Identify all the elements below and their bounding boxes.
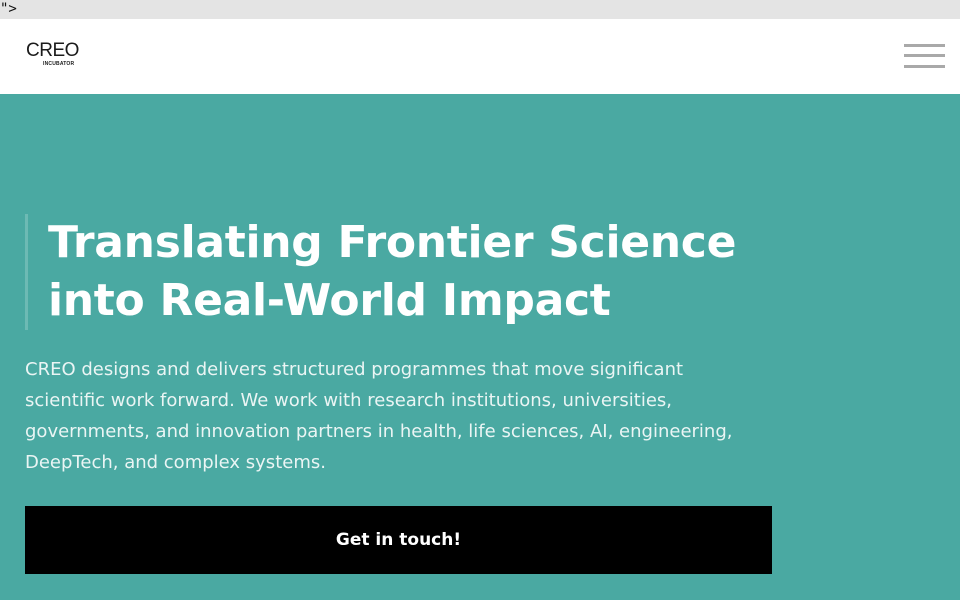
hero-section: Translating Frontier Science into Real-W… (0, 94, 960, 600)
menu-bar-middle (904, 54, 945, 57)
logo-link[interactable]: CREO INCUBATOR (26, 41, 86, 71)
site-header: CREO INCUBATOR (0, 19, 960, 94)
menu-bar-bottom (904, 65, 945, 68)
get-in-touch-button[interactable]: Get in touch! (25, 506, 772, 574)
hero-description: CREO designs and delivers structured pro… (25, 359, 733, 473)
hero-title: Translating Frontier Science into Real-W… (48, 214, 765, 330)
hero-title-line-2: into Real-World Impact (48, 275, 611, 326)
hero-title-line-1: Translating Frontier Science (48, 217, 737, 268)
hero-title-block: Translating Frontier Science into Real-W… (25, 214, 765, 330)
stray-markup-text: "> (0, 0, 960, 19)
menu-bar-top (904, 44, 945, 47)
hamburger-menu-icon[interactable] (904, 44, 946, 70)
logo-subtitle: INCUBATOR (43, 61, 75, 67)
logo-wordmark: CREO (26, 40, 79, 61)
